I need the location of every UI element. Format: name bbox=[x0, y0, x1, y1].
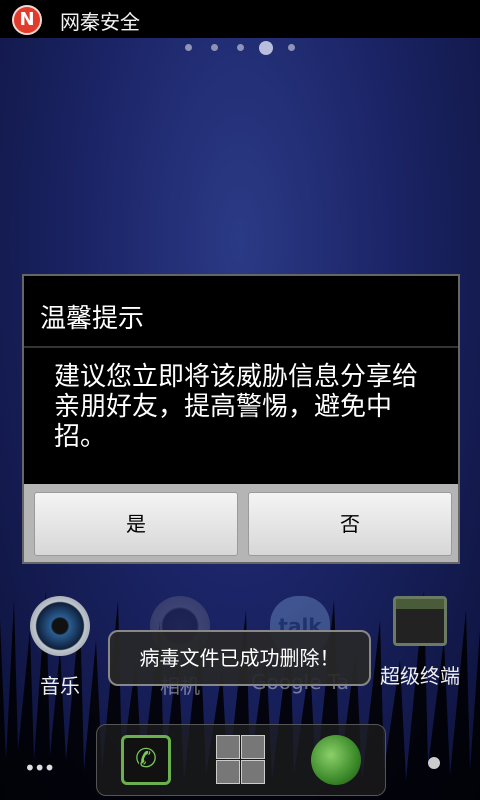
no-button[interactable]: 否 bbox=[248, 492, 452, 556]
dialog-divider bbox=[24, 346, 458, 348]
yes-button[interactable]: 是 bbox=[34, 492, 238, 556]
dialog-message: 建议您立即将该威胁信息分享给亲朋好友，提高警惕，避免中招。 bbox=[54, 362, 419, 452]
terminal-icon bbox=[393, 596, 447, 646]
app-grid-icon[interactable] bbox=[216, 735, 266, 785]
more-icon[interactable]: ••• bbox=[24, 756, 55, 780]
page-dot bbox=[211, 44, 218, 51]
page-indicator bbox=[0, 40, 480, 58]
home-app-label: 超级终端 bbox=[380, 664, 460, 688]
alert-dialog: 温馨提示 建议您立即将该威胁信息分享给亲朋好友，提高警惕，避免中招。 是 否 bbox=[22, 274, 460, 564]
status-bar: N 网秦安全 bbox=[0, 0, 480, 38]
dock: ✆ bbox=[96, 724, 386, 796]
page-dot bbox=[288, 44, 295, 51]
page-dot-small bbox=[428, 757, 440, 769]
phone-icon[interactable]: ✆ bbox=[121, 735, 171, 785]
dialog-title: 温馨提示 bbox=[40, 304, 145, 334]
status-app-name: 网秦安全 bbox=[60, 10, 140, 34]
browser-icon[interactable] bbox=[311, 735, 361, 785]
page-dot-active bbox=[259, 41, 273, 55]
home-app-music[interactable]: 音乐 bbox=[0, 596, 120, 699]
dialog-button-bar: 是 否 bbox=[24, 484, 458, 562]
toast-message: 病毒文件已成功删除！ bbox=[108, 630, 371, 686]
music-icon bbox=[30, 596, 90, 656]
home-app-terminal[interactable]: 超级终端 bbox=[360, 596, 480, 689]
netqin-app-icon: N bbox=[12, 5, 42, 35]
home-app-label: 音乐 bbox=[40, 674, 80, 698]
page-dot bbox=[237, 44, 244, 51]
page-dot bbox=[185, 44, 192, 51]
